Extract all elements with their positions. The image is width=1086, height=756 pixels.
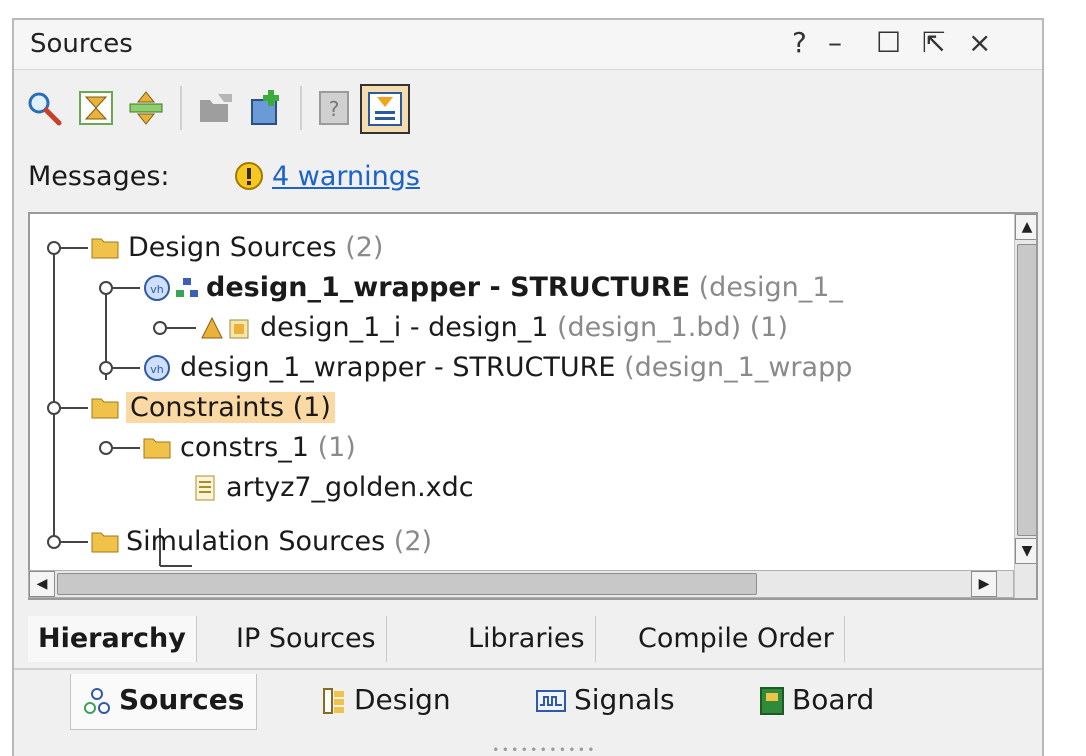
help-button[interactable]: ? bbox=[792, 26, 807, 60]
float-button[interactable]: ⇱ bbox=[922, 26, 945, 60]
warning-icon bbox=[235, 162, 263, 190]
svg-text:?: ? bbox=[329, 97, 340, 121]
svg-text:vh: vh bbox=[150, 283, 164, 296]
tab-board[interactable]: Board bbox=[748, 674, 886, 730]
close-button[interactable]: × bbox=[968, 26, 991, 60]
tree-row-artyz7-xdc[interactable]: artyz7_golden.xdc bbox=[226, 468, 474, 508]
tree-row-simulation-sources[interactable]: Simulation Sources (2) bbox=[126, 522, 432, 562]
warnings-link[interactable]: 4 warnings bbox=[272, 161, 420, 192]
tab-sources[interactable]: Sources bbox=[70, 674, 258, 730]
tab-ip-sources[interactable]: IP Sources bbox=[226, 616, 387, 662]
folder-icon bbox=[143, 438, 171, 459]
auto-update-icon[interactable] bbox=[360, 84, 410, 134]
maximize-button[interactable]: ☐ bbox=[876, 26, 901, 60]
tab-libraries[interactable]: Libraries bbox=[458, 616, 596, 662]
sources-icon bbox=[84, 688, 110, 714]
block-design-icon bbox=[201, 316, 223, 339]
tab-hierarchy[interactable]: Hierarchy bbox=[28, 616, 197, 662]
folder-icon bbox=[91, 398, 119, 419]
xdc-file-icon bbox=[195, 475, 215, 501]
bottom-tab-bar: Sources Design Signals Board bbox=[54, 670, 1034, 738]
tab-design[interactable]: Design bbox=[310, 674, 463, 730]
toolbar-separator bbox=[180, 86, 182, 130]
search-icon[interactable] bbox=[24, 88, 64, 128]
board-icon bbox=[760, 687, 784, 715]
add-sources-icon[interactable] bbox=[246, 88, 286, 128]
tab-signals[interactable]: Signals bbox=[524, 674, 687, 730]
scroll-left-button[interactable]: ◀ bbox=[29, 571, 55, 597]
minimize-button[interactable]: – bbox=[828, 26, 842, 60]
vhdl-icon: vh bbox=[144, 275, 170, 301]
tree-row-constrs-1[interactable]: constrs_1 (1) bbox=[180, 428, 356, 468]
svg-text:vh: vh bbox=[150, 363, 164, 376]
messages-label: Messages: bbox=[28, 161, 170, 192]
collapse-all-icon[interactable] bbox=[76, 88, 116, 128]
bd-file-icon bbox=[229, 319, 249, 339]
tree-row-constraints[interactable]: Constraints (1) bbox=[126, 388, 335, 428]
horizontal-scroll-thumb[interactable] bbox=[57, 573, 757, 595]
folder-icon bbox=[91, 532, 119, 553]
toolbar-separator bbox=[300, 86, 302, 130]
toolbar: ? bbox=[14, 78, 1042, 134]
design-icon bbox=[323, 688, 344, 714]
scroll-right-button[interactable]: ▶ bbox=[971, 571, 997, 597]
tab-compile-order[interactable]: Compile Order bbox=[628, 616, 845, 662]
vhdl-icon: vh bbox=[144, 355, 170, 381]
view-tab-bar: Hierarchy IP Sources Libraries Compile O… bbox=[28, 616, 1038, 662]
sources-tree: Design Sources (2) vh design_1_wrapper -… bbox=[28, 212, 1038, 600]
tree-row-design-1-wrapper[interactable]: design_1_wrapper - STRUCTURE (design_1_w… bbox=[180, 348, 852, 388]
vertical-scrollbar[interactable]: ▲ ▼ bbox=[1014, 214, 1036, 598]
expand-all-icon[interactable] bbox=[126, 88, 166, 128]
folder-icon bbox=[91, 238, 119, 259]
messages-bar: Messages: 4 warnings bbox=[14, 158, 1042, 198]
tree-row-design-sources[interactable]: Design Sources (2) bbox=[128, 228, 383, 268]
tree-row-design-1-wrapper-top[interactable]: design_1_wrapper - STRUCTURE (design_1_ bbox=[206, 268, 843, 308]
tree-row-design-1-i[interactable]: design_1_i - design_1 (design_1.bd) (1) bbox=[260, 308, 788, 348]
scroll-up-button[interactable]: ▲ bbox=[1015, 214, 1036, 240]
properties-icon[interactable]: ? bbox=[314, 88, 354, 128]
hierarchy-icon bbox=[176, 278, 198, 297]
horizontal-scrollbar[interactable]: ◀ ▶ bbox=[28, 570, 1014, 598]
open-folder-icon[interactable] bbox=[196, 88, 236, 128]
vertical-scroll-thumb[interactable] bbox=[1017, 244, 1036, 536]
sources-panel: Sources ? – ☐ ⇱ × ? Messages: 4 warnings… bbox=[12, 18, 1044, 756]
title-bar: Sources ? – ☐ ⇱ × bbox=[14, 20, 1042, 70]
signals-icon bbox=[536, 690, 566, 712]
panel-title: Sources bbox=[30, 29, 133, 59]
resize-handle[interactable]: ∙∙∙∙∙∙∙∙∙∙∙ bbox=[492, 742, 597, 756]
scroll-down-button[interactable]: ▼ bbox=[1015, 538, 1036, 564]
